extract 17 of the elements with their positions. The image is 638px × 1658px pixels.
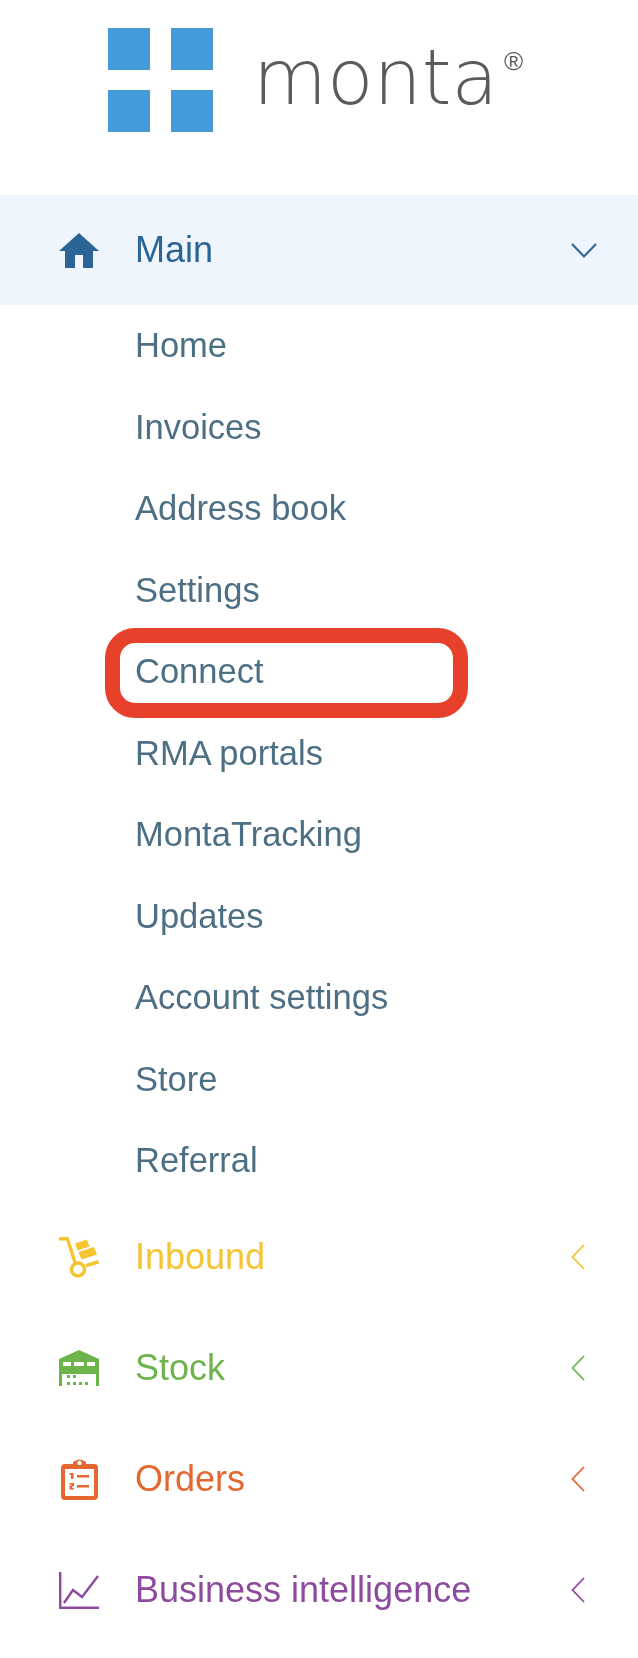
nav-section-header[interactable]: Orders	[0, 1423, 638, 1535]
nav-link[interactable]: Updates	[135, 895, 264, 937]
nav-link[interactable]: Settings	[135, 569, 260, 611]
nav-link[interactable]: Referral	[135, 1140, 258, 1182]
nav-link[interactable]: Invoices	[135, 406, 262, 448]
nav-link[interactable]: Store	[135, 1058, 218, 1100]
nav-link[interactable]: Address book	[135, 488, 346, 530]
nav-section-header[interactable]: Main	[0, 195, 638, 305]
nav-link[interactable]: MontaTracking	[135, 814, 362, 856]
nav-link[interactable]: Home	[135, 325, 228, 367]
registered-mark: ®	[504, 48, 524, 74]
nav-link[interactable]: RMA portals	[135, 732, 323, 774]
nav-link[interactable]: Account settings	[135, 977, 389, 1019]
nav-section-header[interactable]: Business intelligence	[0, 1534, 638, 1646]
logo-wordmark: monta	[253, 40, 499, 116]
nav-link[interactable]: Connect	[135, 651, 264, 693]
four-squares-logo-icon	[108, 28, 213, 132]
